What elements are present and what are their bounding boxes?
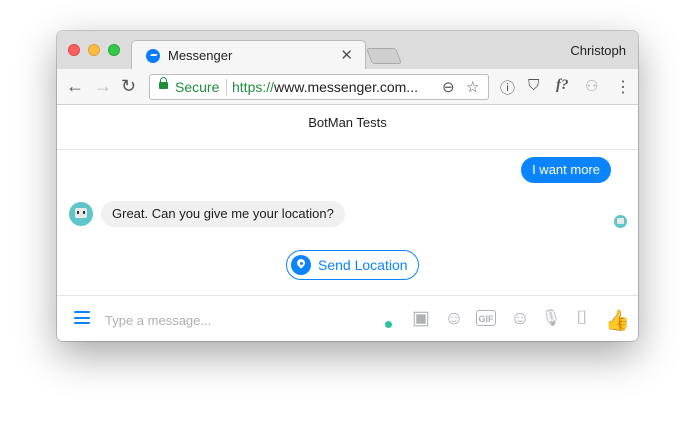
chat-title: BotMan Tests [308, 115, 387, 130]
back-arrow-icon[interactable]: ← [66, 76, 84, 96]
menu-icon[interactable] [74, 311, 90, 324]
message-composer: ▣ ☺ GIF ☺ 🎙 ⌷ 👍 [57, 295, 638, 341]
url-scheme: https:// [232, 79, 275, 95]
address-separator [226, 79, 227, 95]
browser-toolbar: ← → ↻ Secure https://www.messenger.com..… [57, 69, 638, 105]
zoom-window-button[interactable] [108, 44, 120, 56]
close-window-button[interactable] [68, 44, 80, 56]
new-tab-button[interactable] [366, 48, 402, 64]
outgoing-message: I want more [521, 157, 611, 183]
tab-close-icon[interactable]: ✕ [340, 46, 353, 64]
url-host: www.messenger.com... [274, 79, 418, 95]
address-bar[interactable]: Secure https://www.messenger.com... ⊖ ☆ [149, 74, 489, 100]
send-location-button[interactable]: Send Location [286, 250, 419, 280]
send-location-label: Send Location [318, 257, 408, 273]
camera-icon[interactable]: ⌷ [571, 308, 593, 330]
pocket-icon[interactable]: ⛉ [528, 77, 539, 94]
messenger-page: BotMan Tests I want more Great. Can you … [57, 105, 638, 341]
browser-window: Messenger ✕ Christoph ← → ↻ Secure https… [57, 31, 638, 341]
tab-messenger[interactable]: Messenger ✕ [131, 40, 366, 70]
badge-icon[interactable]: ⚇ [585, 77, 598, 95]
zoom-out-icon[interactable]: ⊖ [442, 78, 455, 96]
incoming-message: Great. Can you give me your location? [101, 201, 345, 227]
status-dot [385, 321, 392, 328]
microphone-icon[interactable]: 🎙 [540, 308, 562, 330]
minimize-window-button[interactable] [88, 44, 100, 56]
read-receipt-avatar [614, 215, 627, 228]
lock-icon [159, 77, 168, 89]
emoji-icon[interactable]: ☺ [509, 308, 531, 330]
gif-icon[interactable]: GIF [476, 310, 496, 326]
profile-name[interactable]: Christoph [570, 43, 626, 58]
sticker-icon[interactable]: ☺ [443, 308, 465, 330]
bot-avatar[interactable] [69, 202, 93, 226]
url-text[interactable]: https://www.messenger.com... [232, 79, 418, 95]
bookmark-star-icon[interactable]: ☆ [466, 78, 479, 96]
forward-arrow-icon[interactable]: → [94, 76, 112, 96]
chrome-menu-icon[interactable]: ⋮ [615, 77, 631, 97]
title-bar: Messenger ✕ Christoph [57, 31, 638, 70]
onepassword-icon[interactable]: ⓘ [500, 77, 515, 98]
tab-title: Messenger [168, 48, 233, 63]
messenger-favicon-icon [146, 49, 160, 63]
secure-label: Secure [175, 79, 220, 95]
reload-icon[interactable]: ↻ [121, 76, 136, 96]
message-input[interactable] [103, 309, 377, 331]
thumbs-up-icon[interactable]: 👍 [605, 308, 630, 333]
chat-header: BotMan Tests [57, 105, 638, 150]
f-question-icon[interactable]: f? [556, 77, 569, 94]
location-pin-icon [291, 255, 311, 275]
image-icon[interactable]: ▣ [410, 308, 432, 330]
